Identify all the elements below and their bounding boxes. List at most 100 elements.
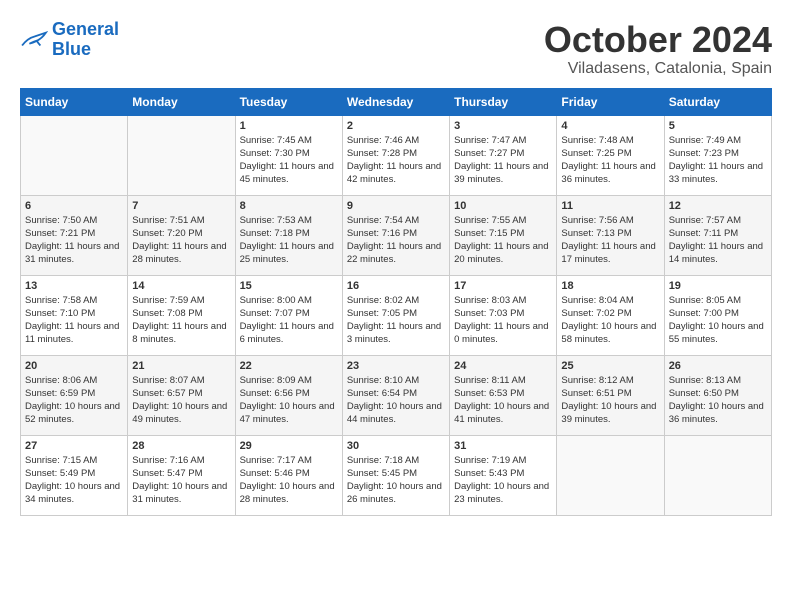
- day-number: 17: [454, 280, 552, 292]
- day-info: Sunrise: 7:19 AMSunset: 5:43 PMDaylight:…: [454, 455, 549, 506]
- calendar-cell: 14 Sunrise: 7:59 AMSunset: 7:08 PMDayligh…: [128, 275, 235, 355]
- day-number: 14: [132, 280, 230, 292]
- calendar-cell: 29 Sunrise: 7:17 AMSunset: 5:46 PMDayligh…: [235, 435, 342, 515]
- day-number: 20: [25, 360, 123, 372]
- calendar-cell: 23 Sunrise: 8:10 AMSunset: 6:54 PMDayligh…: [342, 355, 449, 435]
- day-number: 4: [561, 120, 659, 132]
- calendar-cell: 13Sunrise: 7:58 AMSunset: 7:10 PMDayligh…: [21, 275, 128, 355]
- weekday-header-wednesday: Wednesday: [342, 88, 449, 115]
- day-info: Sunrise: 7:18 AMSunset: 5:45 PMDaylight:…: [347, 455, 442, 506]
- day-info: Sunrise: 8:03 AMSunset: 7:03 PMDaylight:…: [454, 295, 548, 346]
- weekday-header-sunday: Sunday: [21, 88, 128, 115]
- calendar-week-row: 13Sunrise: 7:58 AMSunset: 7:10 PMDayligh…: [21, 275, 772, 355]
- day-info: Sunrise: 7:45 AMSunset: 7:30 PMDaylight:…: [240, 135, 334, 186]
- calendar-cell: 28 Sunrise: 7:16 AMSunset: 5:47 PMDayligh…: [128, 435, 235, 515]
- calendar-cell: 18 Sunrise: 8:04 AMSunset: 7:02 PMDayligh…: [557, 275, 664, 355]
- weekday-header-monday: Monday: [128, 88, 235, 115]
- calendar-week-row: 1 Sunrise: 7:45 AMSunset: 7:30 PMDaylight…: [21, 115, 772, 195]
- day-info: Sunrise: 7:54 AMSunset: 7:16 PMDaylight:…: [347, 215, 441, 266]
- day-info: Sunrise: 8:02 AMSunset: 7:05 PMDaylight:…: [347, 295, 441, 346]
- day-number: 16: [347, 280, 445, 292]
- calendar-cell: 31Sunrise: 7:19 AMSunset: 5:43 PMDayligh…: [450, 435, 557, 515]
- day-info: Sunrise: 8:12 AMSunset: 6:51 PMDaylight:…: [561, 375, 656, 426]
- day-info: Sunrise: 7:53 AMSunset: 7:18 PMDaylight:…: [240, 215, 334, 266]
- logo: General Blue: [20, 20, 119, 60]
- day-number: 18: [561, 280, 659, 292]
- day-info: Sunrise: 7:59 AMSunset: 7:08 PMDaylight:…: [132, 295, 226, 346]
- day-number: 3: [454, 120, 552, 132]
- day-number: 28: [132, 440, 230, 452]
- calendar-cell: 11 Sunrise: 7:56 AMSunset: 7:13 PMDayligh…: [557, 195, 664, 275]
- day-number: 11: [561, 200, 659, 212]
- day-info: Sunrise: 8:11 AMSunset: 6:53 PMDaylight:…: [454, 375, 549, 426]
- calendar-cell: 5 Sunrise: 7:49 AMSunset: 7:23 PMDaylight…: [664, 115, 771, 195]
- calendar-cell: 15Sunrise: 8:00 AMSunset: 7:07 PMDayligh…: [235, 275, 342, 355]
- day-info: Sunrise: 7:50 AMSunset: 7:21 PMDaylight:…: [25, 215, 119, 266]
- day-number: 9: [347, 200, 445, 212]
- weekday-header-tuesday: Tuesday: [235, 88, 342, 115]
- day-info: Sunrise: 8:05 AMSunset: 7:00 PMDaylight:…: [669, 295, 764, 346]
- calendar-cell: [557, 435, 664, 515]
- weekday-header-row: SundayMondayTuesdayWednesdayThursdayFrid…: [21, 88, 772, 115]
- day-info: Sunrise: 7:15 AMSunset: 5:49 PMDaylight:…: [25, 455, 120, 506]
- calendar-cell: 25 Sunrise: 8:12 AMSunset: 6:51 PMDayligh…: [557, 355, 664, 435]
- day-info: Sunrise: 7:57 AMSunset: 7:11 PMDaylight:…: [669, 215, 763, 266]
- day-info: Sunrise: 7:48 AMSunset: 7:25 PMDaylight:…: [561, 135, 655, 186]
- day-number: 22: [240, 360, 338, 372]
- weekday-header-friday: Friday: [557, 88, 664, 115]
- day-number: 27: [25, 440, 123, 452]
- day-number: 5: [669, 120, 767, 132]
- calendar-cell: 3 Sunrise: 7:47 AMSunset: 7:27 PMDaylight…: [450, 115, 557, 195]
- day-number: 23: [347, 360, 445, 372]
- day-info: Sunrise: 7:47 AMSunset: 7:27 PMDaylight:…: [454, 135, 548, 186]
- calendar-cell: 21 Sunrise: 8:07 AMSunset: 6:57 PMDayligh…: [128, 355, 235, 435]
- day-number: 21: [132, 360, 230, 372]
- day-info: Sunrise: 7:56 AMSunset: 7:13 PMDaylight:…: [561, 215, 655, 266]
- day-number: 10: [454, 200, 552, 212]
- calendar-cell: 12Sunrise: 7:57 AMSunset: 7:11 PMDayligh…: [664, 195, 771, 275]
- calendar-cell: 7 Sunrise: 7:51 AMSunset: 7:20 PMDaylight…: [128, 195, 235, 275]
- day-info: Sunrise: 8:04 AMSunset: 7:02 PMDaylight:…: [561, 295, 656, 346]
- day-number: 30: [347, 440, 445, 452]
- day-number: 2: [347, 120, 445, 132]
- calendar-cell: 17 Sunrise: 8:03 AMSunset: 7:03 PMDayligh…: [450, 275, 557, 355]
- weekday-header-thursday: Thursday: [450, 88, 557, 115]
- day-info: Sunrise: 7:16 AMSunset: 5:47 PMDaylight:…: [132, 455, 227, 506]
- calendar-cell: 6 Sunrise: 7:50 AMSunset: 7:21 PMDaylight…: [21, 195, 128, 275]
- weekday-header-saturday: Saturday: [664, 88, 771, 115]
- day-number: 24: [454, 360, 552, 372]
- day-number: 8: [240, 200, 338, 212]
- month-title: October 2024: [544, 20, 772, 60]
- calendar-week-row: 27 Sunrise: 7:15 AMSunset: 5:49 PMDayligh…: [21, 435, 772, 515]
- day-info: Sunrise: 7:17 AMSunset: 5:46 PMDaylight:…: [240, 455, 335, 506]
- day-info: Sunrise: 7:49 AMSunset: 7:23 PMDaylight:…: [669, 135, 763, 186]
- calendar-cell: 16 Sunrise: 8:02 AMSunset: 7:05 PMDayligh…: [342, 275, 449, 355]
- calendar-table: SundayMondayTuesdayWednesdayThursdayFrid…: [20, 88, 772, 516]
- day-number: 25: [561, 360, 659, 372]
- day-info: Sunrise: 8:13 AMSunset: 6:50 PMDaylight:…: [669, 375, 764, 426]
- day-info: Sunrise: 7:58 AMSunset: 7:10 PMDaylight:…: [25, 295, 119, 346]
- day-number: 29: [240, 440, 338, 452]
- day-info: Sunrise: 8:10 AMSunset: 6:54 PMDaylight:…: [347, 375, 442, 426]
- calendar-cell: [21, 115, 128, 195]
- day-info: Sunrise: 7:55 AMSunset: 7:15 PMDaylight:…: [454, 215, 548, 266]
- calendar-cell: 9 Sunrise: 7:54 AMSunset: 7:16 PMDaylight…: [342, 195, 449, 275]
- day-number: 26: [669, 360, 767, 372]
- day-info: Sunrise: 7:46 AMSunset: 7:28 PMDaylight:…: [347, 135, 441, 186]
- calendar-cell: 22Sunrise: 8:09 AMSunset: 6:56 PMDayligh…: [235, 355, 342, 435]
- day-number: 6: [25, 200, 123, 212]
- calendar-cell: [664, 435, 771, 515]
- calendar-cell: 1 Sunrise: 7:45 AMSunset: 7:30 PMDaylight…: [235, 115, 342, 195]
- day-number: 1: [240, 120, 338, 132]
- logo-text: General Blue: [52, 20, 119, 60]
- title-block: October 2024 Viladasens, Catalonia, Spai…: [544, 20, 772, 78]
- logo-icon: [20, 29, 48, 51]
- calendar-cell: 30 Sunrise: 7:18 AMSunset: 5:45 PMDayligh…: [342, 435, 449, 515]
- day-info: Sunrise: 8:00 AMSunset: 7:07 PMDaylight:…: [240, 295, 334, 346]
- day-info: Sunrise: 8:06 AMSunset: 6:59 PMDaylight:…: [25, 375, 120, 426]
- location-text: Viladasens, Catalonia, Spain: [544, 60, 772, 78]
- day-info: Sunrise: 8:07 AMSunset: 6:57 PMDaylight:…: [132, 375, 227, 426]
- calendar-cell: 24 Sunrise: 8:11 AMSunset: 6:53 PMDayligh…: [450, 355, 557, 435]
- day-info: Sunrise: 7:51 AMSunset: 7:20 PMDaylight:…: [132, 215, 226, 266]
- day-number: 7: [132, 200, 230, 212]
